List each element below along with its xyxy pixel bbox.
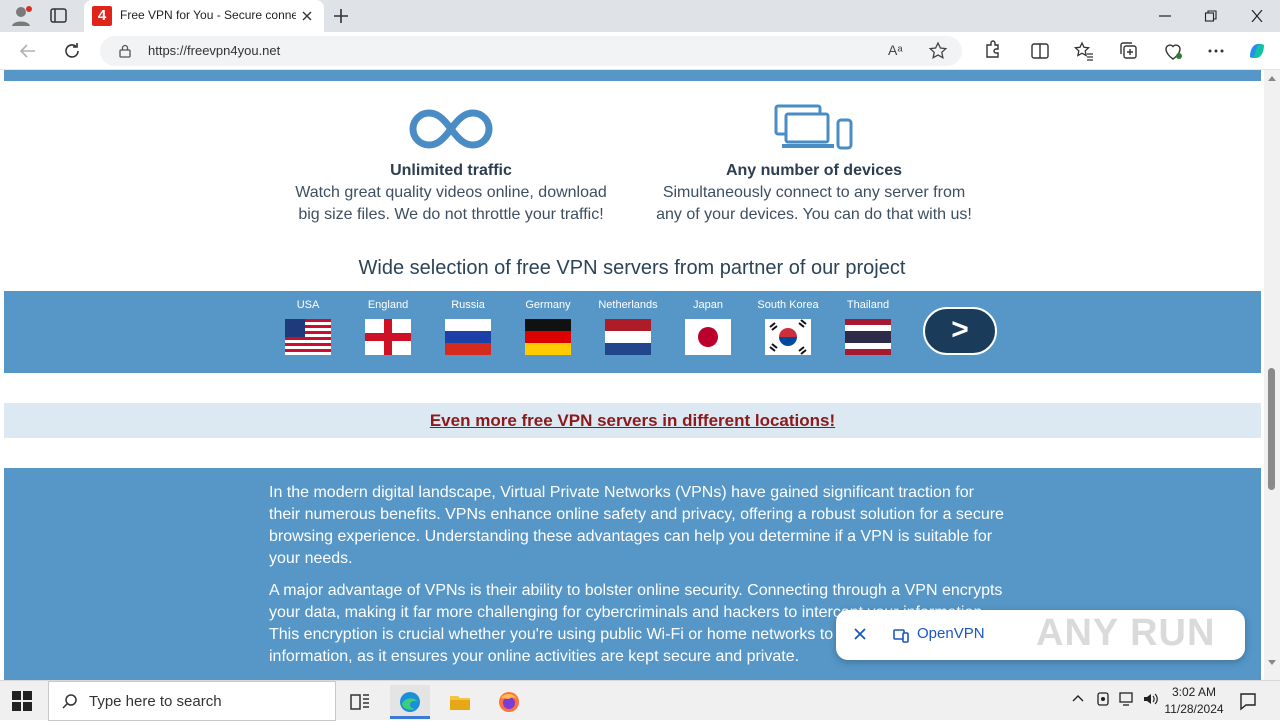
refresh-icon[interactable] xyxy=(60,39,84,63)
page-viewport: Unlimited traffic Watch great quality vi… xyxy=(0,70,1264,680)
server-england[interactable]: England xyxy=(357,299,419,355)
country-label: USA xyxy=(296,299,320,311)
restore-icon[interactable] xyxy=(1188,4,1234,28)
country-label: Thailand xyxy=(846,299,890,311)
clock-date: 11/28/2024 xyxy=(1164,702,1224,716)
extensions-icon[interactable] xyxy=(980,39,1004,63)
country-label: Japan xyxy=(693,299,723,311)
site-favicon-icon: 4 xyxy=(92,6,112,26)
next-servers-button[interactable]: > xyxy=(923,307,997,355)
browser-titlebar: 4 Free VPN for You - Secure conne xyxy=(0,0,1280,32)
header-strip xyxy=(4,70,1261,81)
country-label: Netherlands xyxy=(598,299,658,311)
russia-flag-icon xyxy=(445,319,491,355)
clock-time: 3:02 AM xyxy=(1171,685,1217,699)
devices-icon xyxy=(774,104,853,150)
copilot-icon[interactable] xyxy=(1245,39,1269,63)
new-tab-icon[interactable] xyxy=(330,6,352,26)
browser-essentials-icon[interactable] xyxy=(1161,39,1185,63)
firefox-icon[interactable] xyxy=(489,685,529,719)
country-label: Germany xyxy=(525,299,571,311)
article-paragraph: In the modern digital landscape, Virtual… xyxy=(269,484,1004,567)
netherlands-flag-icon xyxy=(605,319,651,355)
server-flags-band: USA England Russia Germany Netherlands J… xyxy=(4,291,1261,373)
split-screen-icon[interactable] xyxy=(1028,39,1052,63)
more-servers-bar: Even more free VPN servers in different … xyxy=(4,403,1261,438)
server-thailand[interactable]: Thailand xyxy=(837,299,899,355)
network-icon[interactable] xyxy=(1118,691,1136,712)
minimize-icon[interactable] xyxy=(1142,4,1188,28)
favorites-icon[interactable] xyxy=(1072,39,1096,63)
openvpn-toast: OpenVPN ANY RUN xyxy=(836,610,1245,660)
feature-title: Any number of devices xyxy=(725,162,903,179)
windows-taskbar: Type here to search 3:02 AM 11/28/2024 xyxy=(0,680,1280,721)
scrollbar-thumb[interactable] xyxy=(1268,368,1275,490)
page-scrollbar[interactable] xyxy=(1264,70,1280,680)
settings-more-icon[interactable] xyxy=(1204,39,1228,63)
close-icon[interactable] xyxy=(852,626,868,642)
feature-desc-line1: Simultaneously connect to any server fro… xyxy=(662,184,966,201)
country-label: England xyxy=(367,299,409,311)
file-explorer-icon[interactable] xyxy=(440,685,480,719)
back-arrow-icon[interactable] xyxy=(16,39,40,63)
server-russia[interactable]: Russia xyxy=(437,299,499,355)
scroll-down-arrow-icon[interactable] xyxy=(1268,660,1276,665)
germany-flag-icon xyxy=(525,319,571,355)
england-flag-icon xyxy=(365,319,411,355)
watermark-logo: ANY RUN xyxy=(1036,612,1216,654)
browser-toolbar: https://freevpn4you.net Aᵃ xyxy=(0,32,1280,70)
notifications-icon[interactable] xyxy=(1238,691,1258,716)
japan-flag-icon xyxy=(685,319,731,355)
feature-unlimited-traffic: Unlimited traffic Watch great quality vi… xyxy=(281,104,621,226)
collections-icon[interactable] xyxy=(1117,39,1141,63)
favorite-star-icon[interactable] xyxy=(928,41,948,66)
url-text[interactable]: https://freevpn4you.net xyxy=(148,43,280,58)
address-bar[interactable]: https://freevpn4you.net Aᵃ xyxy=(100,36,962,66)
lock-icon[interactable] xyxy=(118,44,132,58)
server-japan[interactable]: Japan xyxy=(677,299,739,355)
usa-flag-icon xyxy=(285,319,331,355)
scroll-up-arrow-icon[interactable] xyxy=(1268,76,1276,81)
country-label: South Korea xyxy=(757,299,819,311)
device-icon xyxy=(892,626,910,649)
thailand-flag-icon xyxy=(845,319,891,355)
south-korea-flag-icon xyxy=(765,319,811,355)
tab-actions-icon[interactable] xyxy=(48,6,70,26)
browser-tab-active[interactable]: 4 Free VPN for You - Secure conne xyxy=(84,0,324,32)
system-clock[interactable]: 3:02 AM 11/28/2024 xyxy=(1160,684,1228,718)
country-label: Russia xyxy=(451,299,485,311)
feature-title: Unlimited traffic xyxy=(390,162,512,179)
tab-title: Free VPN for You - Secure conne xyxy=(120,8,296,22)
windows-start-icon[interactable] xyxy=(12,691,32,711)
feature-any-devices: Any number of devices Simultaneously con… xyxy=(644,104,984,226)
profile-avatar-icon[interactable] xyxy=(10,5,34,27)
search-placeholder: Type here to search xyxy=(89,693,222,710)
server-south-korea[interactable]: South Korea xyxy=(757,299,819,355)
infinity-icon xyxy=(409,109,493,149)
feature-desc-line2: any of your devices. You can do that wit… xyxy=(656,206,972,223)
close-tab-icon[interactable] xyxy=(298,7,316,25)
feature-desc-line1: Watch great quality videos online, downl… xyxy=(295,184,607,201)
search-icon xyxy=(62,694,77,709)
servers-heading: Wide selection of free VPN servers from … xyxy=(358,257,906,279)
openvpn-label[interactable]: OpenVPN xyxy=(917,625,985,642)
server-germany[interactable]: Germany xyxy=(517,299,579,355)
server-netherlands[interactable]: Netherlands xyxy=(597,299,659,355)
server-usa[interactable]: USA xyxy=(277,299,339,355)
read-aloud-icon[interactable]: Aᵃ xyxy=(888,42,903,58)
volume-icon[interactable] xyxy=(1142,691,1160,712)
edge-browser-icon[interactable] xyxy=(390,685,430,719)
more-servers-link[interactable]: Even more free VPN servers in different … xyxy=(430,411,835,430)
tray-app-icon[interactable] xyxy=(1095,691,1111,712)
close-window-icon[interactable] xyxy=(1234,4,1280,28)
task-view-icon[interactable] xyxy=(340,685,380,719)
feature-desc-line2: big size files. We do not throttle your … xyxy=(298,206,604,223)
tray-chevron-icon[interactable] xyxy=(1070,691,1086,712)
taskbar-search[interactable]: Type here to search xyxy=(48,681,336,721)
